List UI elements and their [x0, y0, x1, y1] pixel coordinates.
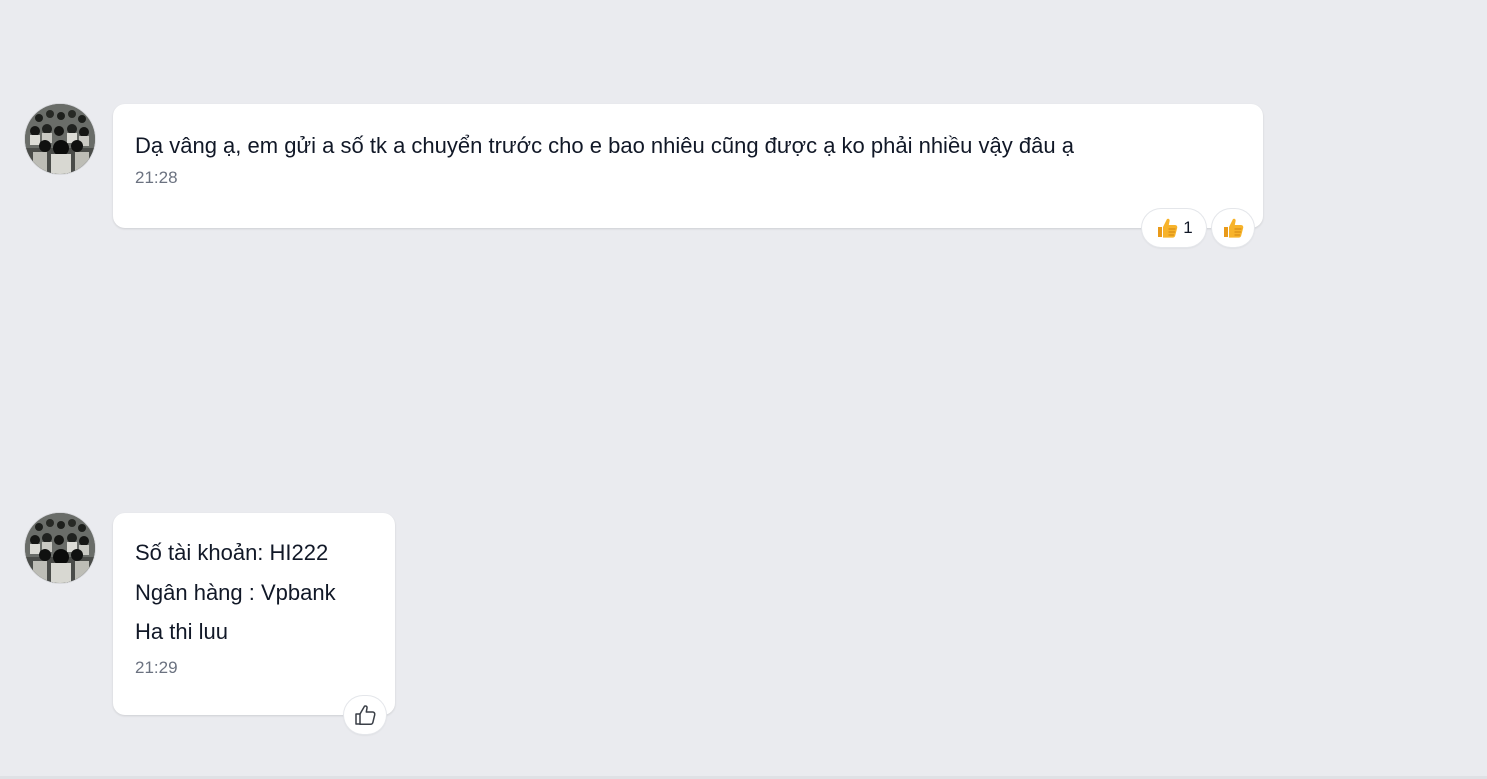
message-bubble[interactable]: Dạ vâng ạ, em gửi a số tk a chuyển trước… [113, 104, 1263, 228]
sender-avatar[interactable] [25, 104, 95, 174]
react-button[interactable] [1212, 209, 1254, 247]
reaction-count: 1 [1183, 218, 1193, 237]
message-text: Số tài khoản: HI222 Ngân hàng : Vpbank H… [135, 540, 336, 644]
thumbs-up-outline-icon [353, 703, 377, 727]
react-button[interactable] [344, 696, 386, 734]
reaction-summary[interactable]: 1 [1142, 209, 1206, 247]
thumbs-up-emoji-icon [1221, 216, 1245, 240]
sender-avatar[interactable] [25, 513, 95, 583]
message-text: Dạ vâng ạ, em gửi a số tk a chuyển trước… [135, 133, 1074, 158]
thumbs-up-emoji-icon [1155, 216, 1179, 240]
chat-message-area: Dạ vâng ạ, em gửi a số tk a chuyển trước… [0, 0, 1487, 776]
message-bubble[interactable]: Số tài khoản: HI222 Ngân hàng : Vpbank H… [113, 513, 395, 715]
message-time: 21:28 [135, 168, 178, 187]
message-time: 21:29 [135, 657, 178, 677]
